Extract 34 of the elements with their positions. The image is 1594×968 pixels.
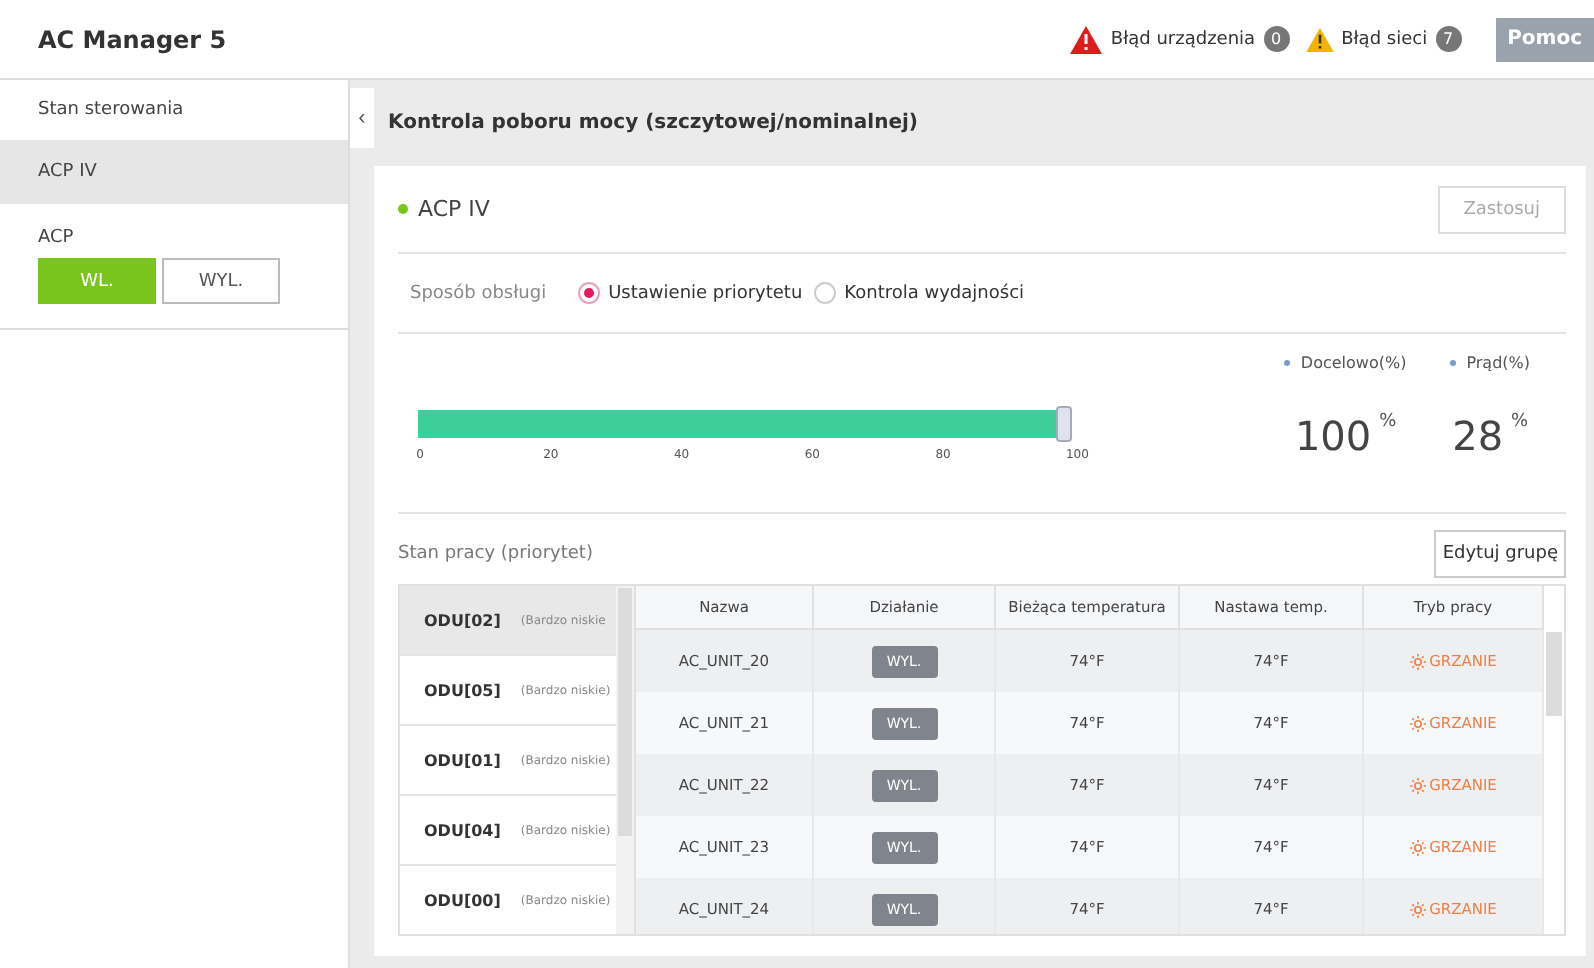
edit-group-button[interactable]: Edytuj grupę	[1434, 530, 1566, 578]
sun-icon	[1409, 715, 1426, 731]
sun-icon	[1409, 777, 1426, 793]
toggle-button[interactable]: WYL.	[162, 258, 280, 304]
readout-unit: %	[1379, 412, 1397, 432]
collapse-button[interactable]: ‹	[350, 88, 374, 148]
readout-unit: %	[1511, 412, 1529, 432]
alert-label: Błąd urządzenia	[1110, 29, 1256, 49]
alert-count: 7	[1435, 26, 1462, 52]
panel-name: ACP IV	[418, 196, 492, 222]
sun-icon	[1409, 901, 1426, 917]
acp-label: ACP	[38, 228, 76, 248]
alert-count: 0	[1263, 26, 1290, 52]
alert-label: Błąd sieci	[1341, 29, 1428, 49]
readout-value: 28	[1452, 412, 1504, 460]
warning-icon	[1070, 25, 1103, 53]
radio-button[interactable]	[814, 282, 837, 304]
radio-label[interactable]: Kontrola wydajności	[844, 283, 1025, 303]
section-title: Stan pracy (priorytet)	[398, 544, 593, 564]
status-dot	[398, 204, 408, 214]
scrollbar[interactable]	[616, 586, 636, 934]
sun-icon	[1409, 839, 1426, 855]
radio-label[interactable]: Ustawienie priorytetu	[608, 283, 803, 303]
app-title: AC Manager 5	[38, 25, 229, 53]
readout-label: Docelowo(%)	[1284, 354, 1407, 372]
mode-label: Sposób obsługi	[410, 283, 547, 303]
sidebar-item[interactable]: ACP IV	[0, 142, 348, 204]
radio-button[interactable]	[578, 282, 601, 304]
page-title: Kontrola poboru mocy (szczytowej/nominalnej)	[386, 110, 920, 138]
sun-icon	[1409, 653, 1426, 669]
slider-thumb[interactable]	[1056, 406, 1072, 442]
warning-icon	[1305, 27, 1334, 51]
readout-label: Prąd(%)	[1450, 354, 1530, 372]
readout-value: 100	[1294, 412, 1372, 460]
